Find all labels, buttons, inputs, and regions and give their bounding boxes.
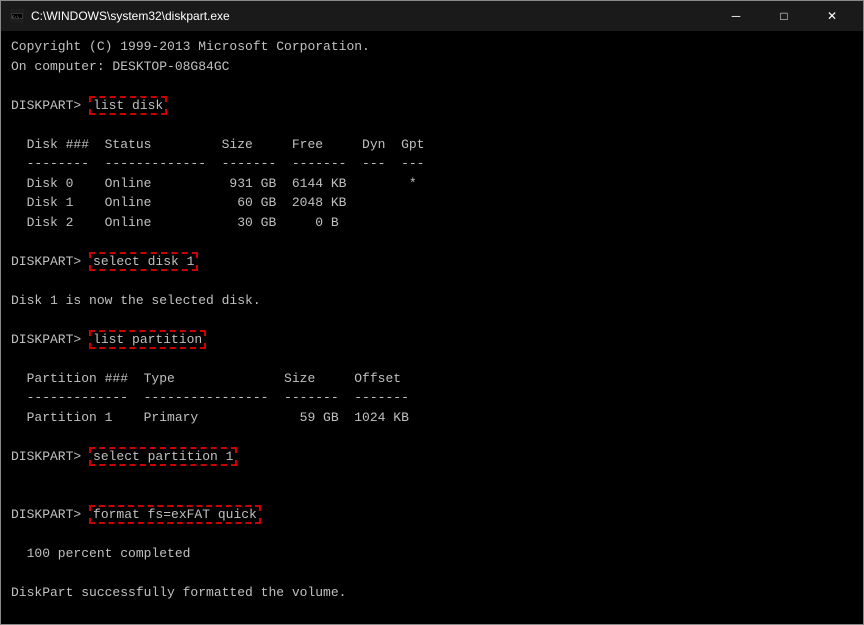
app-icon: C:\: [9, 8, 25, 24]
svg-text:C:\: C:\: [12, 15, 20, 20]
terminal-line: [11, 525, 859, 545]
title-bar: C:\ C:\WINDOWS\system32\diskpart.exe ─ □…: [1, 1, 863, 31]
terminal-line-cmd4: DISKPART> select partition 1: [11, 447, 859, 467]
disk-row-1: Disk 1 Online 60 GB 2048 KB: [11, 193, 859, 213]
prompt: DISKPART>: [11, 449, 89, 464]
terminal-line: [11, 486, 859, 506]
prompt: DISKPART>: [11, 507, 89, 522]
terminal-line: [11, 349, 859, 369]
window-title: C:\WINDOWS\system32\diskpart.exe: [31, 9, 713, 23]
window: C:\ C:\WINDOWS\system32\diskpart.exe ─ □…: [0, 0, 864, 625]
terminal-wrapper: Copyright (C) 1999-2013 Microsoft Corpor…: [1, 31, 863, 624]
terminal-line: [11, 115, 859, 135]
terminal-body[interactable]: Copyright (C) 1999-2013 Microsoft Corpor…: [1, 31, 863, 624]
disk-row-2: Disk 2 Online 30 GB 0 B: [11, 213, 859, 233]
partition-sep: ------------- ---------------- ------- -…: [11, 388, 859, 408]
cmd-select-disk: select disk 1: [89, 252, 198, 271]
prompt: DISKPART>: [11, 254, 89, 269]
final-prompt: DISKPART>: [11, 622, 859, 624]
prompt: DISKPART>: [11, 332, 89, 347]
disk-row-0: Disk 0 Online 931 GB 6144 KB *: [11, 174, 859, 194]
terminal-line: [11, 271, 859, 291]
terminal-line: [11, 76, 859, 96]
terminal-line-cmd5: DISKPART> format fs=exFAT quick: [11, 505, 859, 525]
disk-sep: -------- ------------- ------- ------- -…: [11, 154, 859, 174]
terminal-line: [11, 232, 859, 252]
terminal-line: [11, 564, 859, 584]
terminal-line-cmd1: DISKPART> list disk: [11, 96, 859, 116]
cmd-list-partition: list partition: [89, 330, 206, 349]
terminal-line: [11, 310, 859, 330]
window-controls: ─ □ ✕: [713, 1, 855, 31]
minimize-button[interactable]: ─: [713, 1, 759, 31]
maximize-button[interactable]: □: [761, 1, 807, 31]
terminal-line: [11, 603, 859, 623]
select-disk-result: Disk 1 is now the selected disk.: [11, 291, 859, 311]
terminal-line-cmd2: DISKPART> select disk 1: [11, 252, 859, 272]
prompt: DISKPART>: [11, 98, 89, 113]
terminal-line: Copyright (C) 1999-2013 Microsoft Corpor…: [11, 37, 859, 57]
cmd-select-partition: select partition 1: [89, 447, 237, 466]
terminal-line: [11, 466, 859, 486]
format-result: DiskPart successfully formatted the volu…: [11, 583, 859, 603]
partition-header: Partition ### Type Size Offset: [11, 369, 859, 389]
partition-row-1: Partition 1 Primary 59 GB 1024 KB: [11, 408, 859, 428]
terminal-line: On computer: DESKTOP-08G84GC: [11, 57, 859, 77]
disk-header: Disk ### Status Size Free Dyn Gpt: [11, 135, 859, 155]
terminal-line-cmd3: DISKPART> list partition: [11, 330, 859, 350]
terminal-line: [11, 427, 859, 447]
close-button[interactable]: ✕: [809, 1, 855, 31]
cmd-format: format fs=exFAT quick: [89, 505, 261, 524]
cmd-list-disk: list disk: [89, 96, 167, 115]
format-progress: 100 percent completed: [11, 544, 859, 564]
